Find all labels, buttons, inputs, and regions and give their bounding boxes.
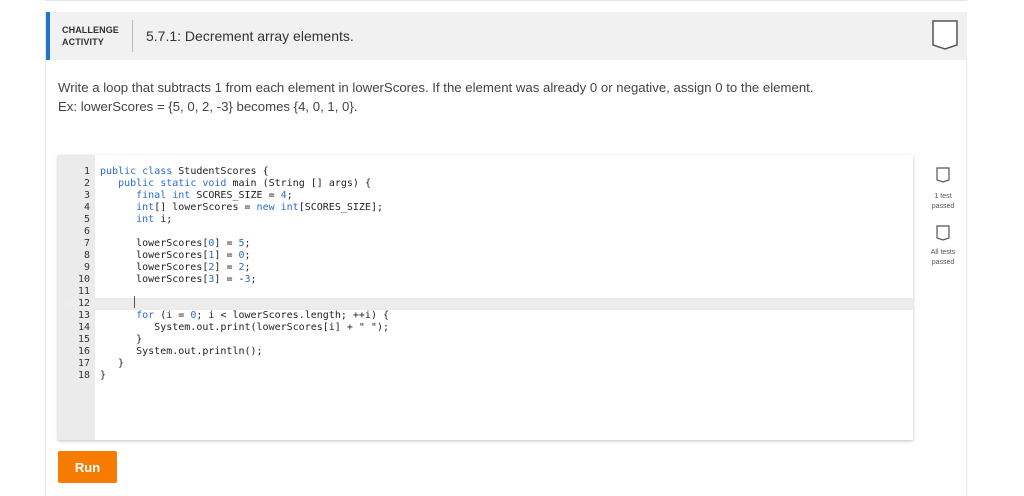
code-text[interactable]: public class StudentScores { [100, 166, 269, 178]
code-text[interactable]: final int SCORES_SIZE = 4; [100, 190, 293, 202]
code-text[interactable]: for (i = 0; i < lowerScores.length; ++i)… [100, 310, 389, 322]
line-number: 6 [83, 226, 90, 237]
code-line[interactable]: 14 System.out.print(lowerScores[i] + " "… [58, 322, 913, 334]
test-1-status-icon [936, 167, 950, 183]
code-line[interactable]: 1 public class StudentScores { [58, 166, 913, 178]
line-number: 10 [77, 274, 90, 285]
activity-type-line1: CHALLENGE [62, 25, 119, 35]
code-line[interactable]: 8 lowerScores[1] = 0; [58, 250, 913, 262]
code-line[interactable]: 2 public static void main (String [] arg… [58, 178, 913, 190]
test-1-label-line1: 1 test [934, 193, 952, 200]
activity-title: 5.7.1: Decrement array elements. [146, 28, 354, 44]
code-line[interactable]: 9 lowerScores[2] = 2; [58, 262, 913, 274]
challenge-activity-card: CHALLENGE ACTIVITY 5.7.1: Decrement arra… [45, 12, 967, 496]
code-line[interactable]: 17 } [58, 358, 913, 370]
all-tests-label-line1: All tests [930, 249, 956, 256]
all-tests-status-icon [936, 225, 950, 241]
activity-header: CHALLENGE ACTIVITY 5.7.1: Decrement arra… [46, 12, 967, 60]
code-text[interactable]: System.out.println(); [100, 346, 262, 358]
line-number: 17 [77, 358, 90, 369]
code-line[interactable]: 10 lowerScores[3] = -3; [58, 274, 913, 286]
code-text[interactable]: lowerScores[0] = 5; [100, 238, 250, 250]
code-line[interactable]: 4 int[] lowerScores = new int[SCORES_SIZ… [58, 202, 913, 214]
line-number: 2 [83, 178, 90, 189]
line-number: 5 [83, 214, 90, 225]
line-number: 1 [83, 166, 90, 177]
instructions: Write a loop that subtracts 1 from each … [58, 78, 938, 116]
code-editor[interactable]: 1 public class StudentScores {2 public st… [58, 155, 913, 440]
header-separator [132, 20, 133, 52]
top-divider [45, 0, 967, 1]
code-text[interactable]: int[] lowerScores = new int[SCORES_SIZE]… [100, 202, 383, 214]
instructions-line2: Ex: lowerScores = {5, 0, 2, -3} becomes … [58, 99, 358, 114]
code-text[interactable]: lowerScores[3] = -3; [100, 274, 256, 286]
instructions-line1: Write a loop that subtracts 1 from each … [58, 80, 814, 95]
code-line[interactable]: 12 [58, 298, 913, 310]
code-text[interactable]: lowerScores[2] = 2; [100, 262, 250, 274]
line-number: 11 [77, 286, 90, 297]
line-number: 7 [83, 238, 90, 249]
code-line[interactable]: 3 final int SCORES_SIZE = 4; [58, 190, 913, 202]
bookmark-flag-icon[interactable] [932, 20, 958, 50]
line-number: 12 [77, 298, 90, 309]
code-line[interactable]: 18} [58, 370, 913, 382]
line-number: 3 [83, 190, 90, 201]
activity-type-label: CHALLENGE ACTIVITY [62, 24, 126, 48]
header-accent-bar [46, 12, 50, 60]
all-tests-label-line2: passed [931, 259, 955, 266]
code-text[interactable]: } [100, 358, 124, 370]
code-line[interactable]: 16 System.out.println(); [58, 346, 913, 358]
code-line[interactable]: 15 } [58, 334, 913, 346]
activity-type-line2: ACTIVITY [62, 37, 104, 47]
code-text[interactable]: public static void main (String [] args)… [100, 178, 371, 190]
test-1-label-line2: passed [931, 203, 955, 210]
code-text[interactable]: int i; [100, 214, 172, 226]
line-number: 15 [77, 334, 90, 345]
code-line[interactable]: 5 int i; [58, 214, 913, 226]
code-line[interactable]: 7 lowerScores[0] = 5; [58, 238, 913, 250]
code-line[interactable]: 6 [58, 226, 913, 238]
line-number: 16 [77, 346, 90, 357]
line-number: 4 [83, 202, 90, 213]
line-number: 18 [77, 370, 90, 381]
code-line[interactable]: 13 for (i = 0; i < lowerScores.length; +… [58, 310, 913, 322]
line-number: 13 [77, 310, 90, 321]
code-line[interactable]: 11 [58, 286, 913, 298]
code-text[interactable]: lowerScores[1] = 0; [100, 250, 250, 262]
line-number: 9 [83, 262, 90, 273]
code-text[interactable]: System.out.print(lowerScores[i] + " "); [100, 322, 389, 334]
code-text[interactable]: } [100, 370, 106, 382]
text-cursor [134, 296, 135, 308]
code-text[interactable]: } [100, 334, 142, 346]
run-button[interactable]: Run [58, 451, 117, 483]
line-number: 14 [77, 322, 90, 333]
line-number: 8 [83, 250, 90, 261]
test-1-label: 1 test passed [923, 192, 963, 212]
all-tests-label: All tests passed [923, 248, 963, 268]
